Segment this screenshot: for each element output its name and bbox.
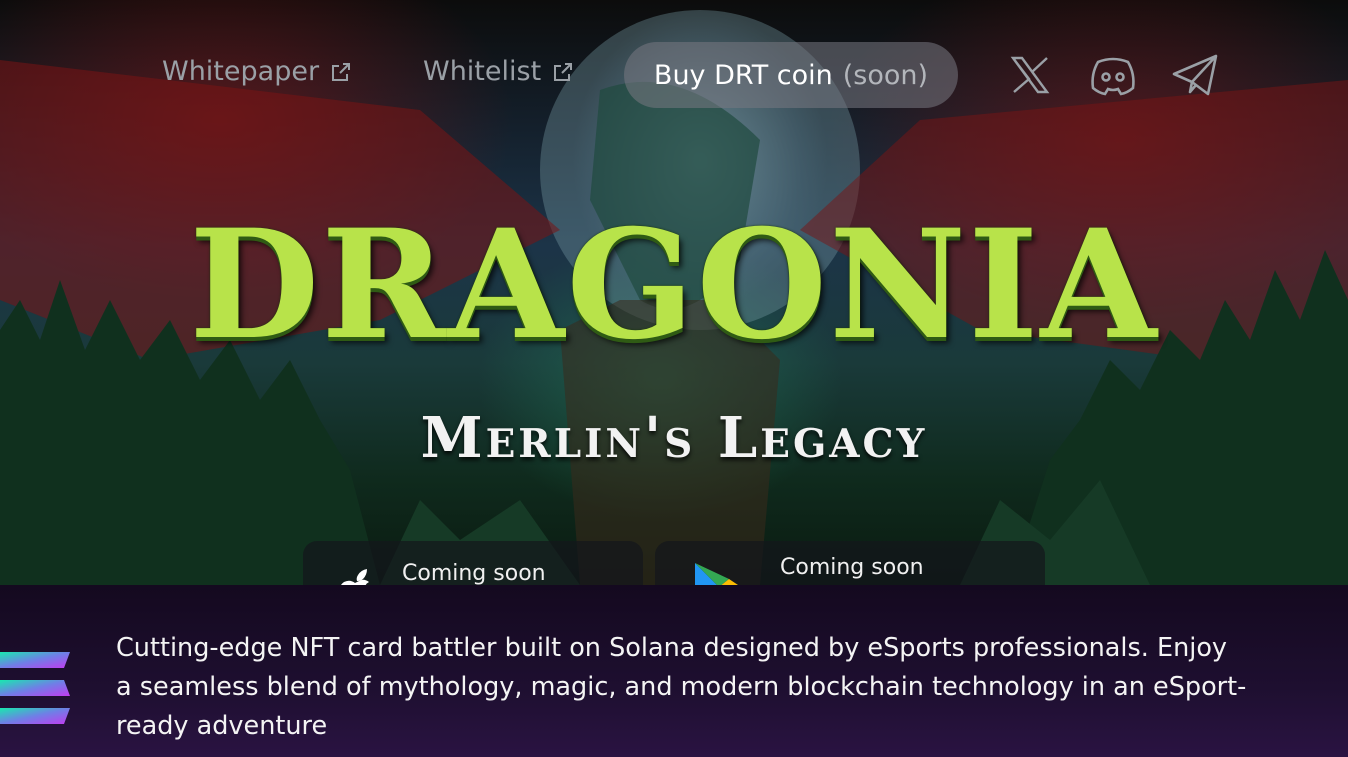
- whitelist-link[interactable]: Whitelist: [423, 56, 575, 87]
- google-play-label: Coming soon: [780, 555, 924, 580]
- google-play-icon: [695, 563, 738, 585]
- external-link-icon: [332, 62, 351, 81]
- description-line-2: a seamless blend of mythology, magic, an…: [116, 672, 1247, 702]
- buy-label: Buy DRT coin: [653, 59, 833, 91]
- telegram-icon[interactable]: [1170, 52, 1220, 98]
- x-icon[interactable]: [1007, 52, 1053, 98]
- buy-drt-coin-button[interactable]: Buy DRT coin (soon): [624, 42, 958, 108]
- description-line-1: Cutting-edge NFT card battler built on S…: [116, 633, 1228, 663]
- solana-icon: [0, 652, 70, 724]
- buy-soon-label: (soon): [842, 59, 929, 91]
- description-line-3: ready adventure: [116, 711, 328, 741]
- google-play-button[interactable]: Coming soon: [655, 541, 1045, 585]
- app-store-button[interactable]: Coming soon: [303, 541, 643, 585]
- game-description: Cutting-edge NFT card battler built on S…: [116, 629, 1348, 746]
- app-store-label: Coming soon: [402, 561, 546, 585]
- whitepaper-link[interactable]: Whitepaper: [162, 56, 353, 87]
- game-title: DRAGONIA: [189, 197, 1159, 373]
- game-subtitle: Merlin's Legacy: [420, 405, 928, 471]
- top-navigation: Whitepaper Whitelist Buy DRT coin (soon): [0, 42, 1348, 108]
- discord-icon[interactable]: [1088, 52, 1138, 98]
- whitelist-label: Whitelist: [423, 56, 542, 87]
- apple-icon: [341, 569, 369, 585]
- whitepaper-label: Whitepaper: [162, 56, 320, 87]
- external-link-icon: [554, 62, 573, 81]
- hero-banner: Whitepaper Whitelist Buy DRT coin (soon): [0, 0, 1348, 585]
